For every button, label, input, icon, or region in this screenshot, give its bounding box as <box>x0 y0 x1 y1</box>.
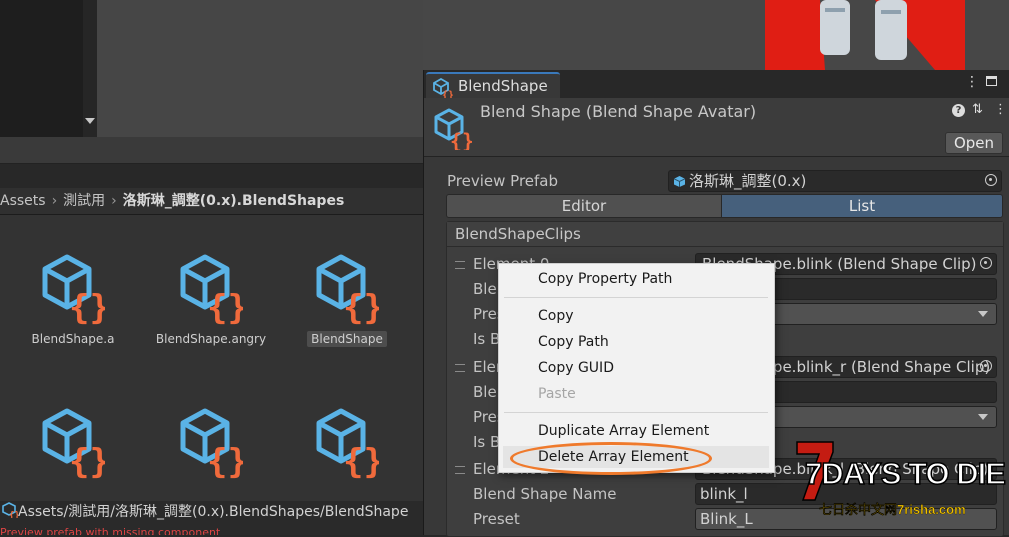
breadcrumb-separator-icon: › <box>111 193 117 209</box>
object-picker-icon[interactable] <box>980 360 992 372</box>
watermark-sub-text: 七日杀中文网7risha.com <box>819 502 966 517</box>
help-icon[interactable]: ? <box>952 104 965 117</box>
view-mode-toggle: Editor List <box>446 194 1003 218</box>
object-picker-icon[interactable] <box>985 174 997 186</box>
field-label: Preset <box>473 510 520 528</box>
inspector-header: {} Blend Shape (Blend Shape Avatar) ? ⇅ … <box>424 98 1009 157</box>
svg-text:{}: {} <box>9 511 18 518</box>
preview-prefab-label: Preview Prefab <box>447 172 558 190</box>
asset-path-text: Assets/測試用/洛斯琳_調整(0.x).BlendShapes/Blend… <box>18 504 409 520</box>
svg-text:{}: {} <box>343 288 379 325</box>
asset-grid: {} BlendShape.a {} BlendShape.angry {} B… <box>0 215 423 501</box>
maximize-icon[interactable] <box>986 76 997 86</box>
svg-text:{}: {} <box>69 288 105 325</box>
breadcrumb-item[interactable]: 測試用 <box>63 193 105 209</box>
asset-label: BlendShape.angry <box>155 332 267 346</box>
asset-label: BlendShape.a <box>31 332 115 346</box>
scrollbar[interactable] <box>83 0 97 137</box>
asset-item[interactable]: {} BlendShape.angry <box>151 253 271 383</box>
preset-value: Blink_L <box>700 510 753 528</box>
svg-text:{}: {} <box>69 442 105 479</box>
menu-item-copy[interactable]: Copy <box>538 308 574 324</box>
list-header: BlendShapeClips <box>447 222 1003 247</box>
blendshape-asset-icon: {} <box>316 254 379 325</box>
tab-title: BlendShape <box>458 77 548 95</box>
drag-handle-icon[interactable] <box>455 364 465 372</box>
context-menu: Copy Property Path Copy Copy Path Copy G… <box>498 263 775 473</box>
drag-handle-icon[interactable] <box>455 466 465 474</box>
preview-prefab-field[interactable]: 洛斯琳_調整(0.x) <box>668 170 1002 192</box>
tab-blendshape[interactable]: {} BlendShape <box>426 72 560 100</box>
watermark-main-text: 7DAYS TO DIE <box>804 455 1006 492</box>
inspector-title: Blend Shape (Blend Shape Avatar) <box>480 102 757 121</box>
preview-prefab-value: 洛斯琳_調整(0.x) <box>689 172 807 190</box>
drag-handle-icon[interactable] <box>455 261 465 269</box>
svg-text:{}: {} <box>343 442 379 479</box>
chevron-down-icon <box>978 311 988 317</box>
toggle-list[interactable]: List <box>721 194 1003 218</box>
object-picker-icon[interactable] <box>980 257 992 269</box>
blendshape-asset-icon: {} <box>42 408 105 479</box>
blendshape-asset-icon: {} <box>42 254 105 325</box>
asset-item[interactable]: {} BlendShape.a <box>13 253 133 383</box>
asset-label: BlendShape <box>307 331 387 347</box>
console-text: Preview prefab with missing component <box>0 526 221 535</box>
blend-shape-name-value: blink_l <box>700 485 748 503</box>
blendshape-asset-icon: {} <box>316 408 379 479</box>
project-toolbar <box>0 137 423 164</box>
breadcrumb-current[interactable]: 洛斯琳_調整(0.x).BlendShapes <box>123 193 345 209</box>
blendshape-asset-icon: {} <box>2 502 20 521</box>
section-title: BlendShapeClips <box>455 225 581 243</box>
watermark-logo: 7DAYS TO DIE 七日杀中文网7risha.com <box>795 440 1007 520</box>
breadcrumb: Assets › 測試用 › 洛斯琳_調整(0.x).BlendShapes <box>0 188 423 215</box>
blendshape-asset-icon: {} <box>180 408 243 479</box>
asset-path-bar: {} Assets/測試用/洛斯琳_調整(0.x).BlendShapes/Bl… <box>0 501 423 523</box>
svg-text:{}: {} <box>207 288 243 325</box>
menu-item-copy-guid[interactable]: Copy GUID <box>538 360 614 376</box>
prefab-icon <box>673 176 686 187</box>
scroll-down-arrow-icon[interactable] <box>85 118 95 124</box>
breadcrumb-separator-icon: › <box>51 193 58 209</box>
menu-item-copy-path[interactable]: Copy Path <box>538 334 609 350</box>
svg-text:{}: {} <box>442 90 453 98</box>
svg-text:{}: {} <box>207 442 243 479</box>
avatar-model-preview <box>765 0 965 70</box>
inspector-tab-bar: {} BlendShape ⋮ <box>424 70 1009 100</box>
field-label: Blend Shape Name <box>473 485 617 503</box>
menu-item-copy-property-path[interactable]: Copy Property Path <box>538 271 672 287</box>
svg-text:{}: {} <box>450 129 472 150</box>
blendshape-asset-icon: {} <box>433 78 453 98</box>
menu-item-paste: Paste <box>538 386 576 402</box>
preset-icon[interactable]: ⇅ <box>972 102 983 117</box>
open-button[interactable]: Open <box>945 132 1003 154</box>
blendshape-asset-icon: {} <box>434 108 472 150</box>
menu-divider <box>504 412 768 413</box>
asset-item-selected[interactable]: {} BlendShape <box>287 253 407 383</box>
breadcrumb-item[interactable]: Assets <box>0 193 46 209</box>
chevron-down-icon <box>978 414 988 420</box>
more-menu-icon[interactable]: ⋮ <box>994 102 1007 117</box>
more-menu-icon[interactable]: ⋮ <box>965 74 979 90</box>
scene-view[interactable] <box>97 0 423 137</box>
blendshape-asset-icon: {} <box>180 254 243 325</box>
menu-divider <box>504 297 768 298</box>
console-message[interactable]: Preview prefab with missing component <box>0 523 423 535</box>
toggle-editor[interactable]: Editor <box>446 194 722 218</box>
highlight-annotation <box>510 442 712 475</box>
menu-item-duplicate-array-element[interactable]: Duplicate Array Element <box>538 423 709 439</box>
